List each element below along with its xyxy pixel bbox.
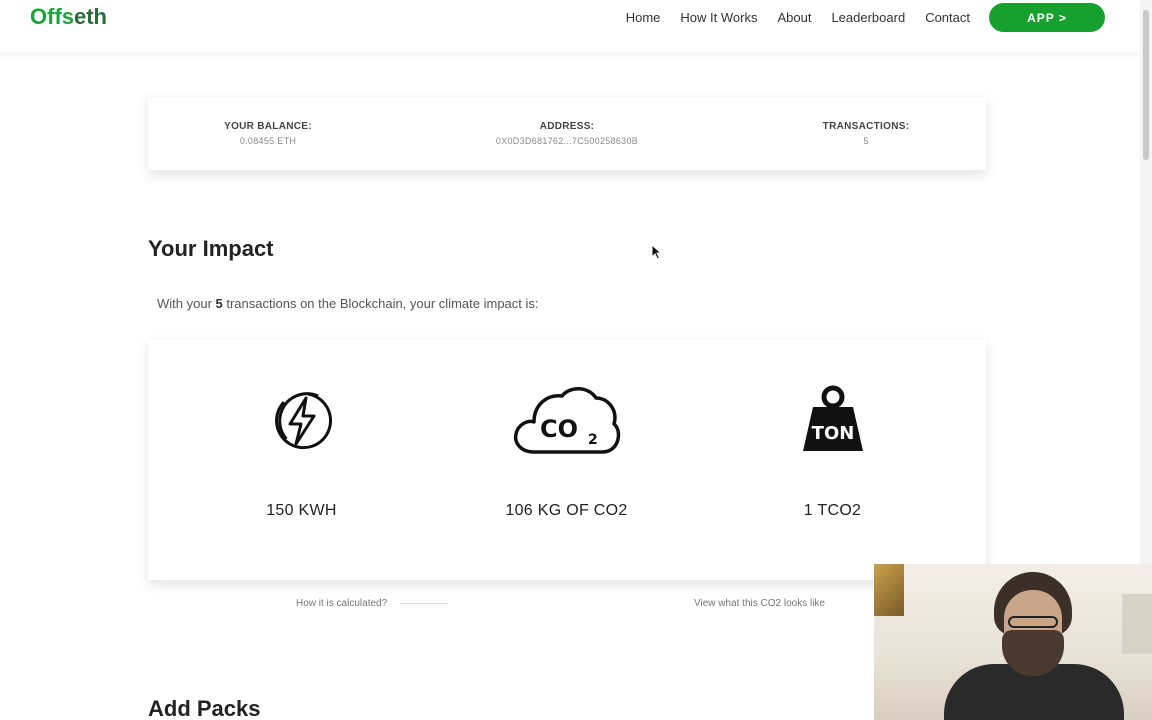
person-glasses	[1008, 616, 1058, 628]
view-co2-link[interactable]: View what this CO2 looks like	[694, 598, 825, 609]
impact-title: Your Impact	[148, 236, 274, 261]
nav-link-about[interactable]: About	[777, 10, 811, 26]
energy-metric: 150 KWH	[162, 380, 441, 520]
account-stats-card: YOUR BALANCE: 0.08455 ETH ADDRESS: 0X0D3…	[148, 97, 986, 170]
ton-weight-icon: TON	[693, 380, 972, 460]
impact-description: With your 5 transactions on the Blockcha…	[157, 296, 539, 311]
address-stat: ADDRESS: 0X0D3D681762...7C500258630B	[447, 121, 687, 146]
co2-cloud-icon: CO 2	[427, 380, 706, 460]
nav-link-home[interactable]: Home	[626, 10, 661, 26]
nav-link-how-it-works[interactable]: How It Works	[680, 10, 757, 26]
transactions-stat: TRANSACTIONS: 5	[746, 121, 986, 146]
co2-value: 106 KG OF CO2	[505, 502, 628, 519]
co2-metric: CO 2 106 KG OF CO2	[427, 380, 706, 520]
transactions-label: TRANSACTIONS:	[822, 121, 910, 132]
background-shelf	[1122, 594, 1152, 654]
app-button[interactable]: APP >	[989, 3, 1105, 32]
co2-icon-text: CO	[540, 415, 578, 443]
mouse-cursor-icon	[651, 244, 663, 260]
energy-value: 150 KWH	[266, 502, 337, 519]
webcam-overlay	[874, 564, 1152, 720]
scrollbar-thumb[interactable]	[1143, 10, 1149, 160]
ton-icon-text: TON	[811, 423, 854, 444]
how-calculated-link[interactable]: How it is calculated?	[296, 598, 387, 609]
transactions-value: 5	[863, 136, 869, 146]
ton-value: 1 TCO2	[803, 502, 862, 519]
top-navbar: Offseth Home How It Works About Leaderbo…	[0, 0, 1140, 52]
balance-value: 0.08455 ETH	[239, 136, 297, 146]
balance-stat: YOUR BALANCE: 0.08455 ETH	[148, 121, 388, 146]
ton-metric: TON 1 TCO2	[693, 380, 972, 520]
impact-metrics-card: 150 KWH CO 2 106 KG OF CO2 TON 1 TCO2	[148, 340, 986, 580]
nav-links: Home How It Works About Leaderboard Cont…	[626, 10, 970, 26]
divider	[400, 603, 448, 604]
address-value: 0X0D3D681762...7C500258630B	[495, 136, 639, 146]
transaction-count: 5	[215, 296, 223, 311]
lightning-icon	[162, 380, 441, 460]
address-label: ADDRESS:	[539, 121, 595, 132]
add-packs-title: Add Packs	[148, 696, 261, 720]
nav-link-contact[interactable]: Contact	[925, 10, 970, 26]
logo[interactable]: Offseth	[30, 4, 107, 30]
co2-icon-sub: 2	[588, 432, 598, 448]
wall-painting	[874, 564, 904, 616]
balance-label: YOUR BALANCE:	[224, 121, 312, 132]
nav-link-leaderboard[interactable]: Leaderboard	[831, 10, 905, 26]
